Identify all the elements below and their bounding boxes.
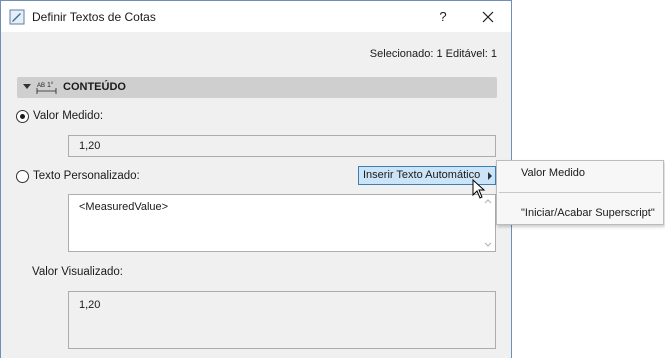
app-icon <box>9 9 25 25</box>
menu-item-measured-value[interactable]: Valor Medido <box>521 167 585 179</box>
display-value-box: 1,20 <box>68 291 496 349</box>
dimension-text-icon: AB 1 0 <box>36 80 57 94</box>
measured-value-field: 1,20 <box>68 135 496 157</box>
content-section-header[interactable]: AB 1 0 CONTEÚDO <box>17 77 497 98</box>
measured-value-option[interactable]: Valor Medido: <box>16 108 103 124</box>
auto-text-popup-menu: Valor Medido "Iniciar/Acabar Superscript… <box>496 160 664 225</box>
display-value-label: Valor Visualizado: <box>32 266 123 278</box>
window-title: Definir Textos de Cotas <box>32 10 156 24</box>
svg-text:0: 0 <box>51 80 54 85</box>
selection-info: Selecionado: 1 Editável: 1 <box>369 48 497 60</box>
menu-item-superscript[interactable]: "Iniciar/Acabar Superscript" <box>521 207 655 219</box>
mouse-pointer-icon <box>472 179 486 199</box>
custom-text-label: Texto Personalizado: <box>33 170 140 182</box>
custom-text-radio[interactable] <box>16 169 29 183</box>
menu-separator <box>499 192 661 193</box>
insert-auto-text-label: Inserir Texto Automático <box>363 169 481 181</box>
close-button[interactable] <box>471 5 505 29</box>
custom-text-input[interactable]: <MeasuredValue> <box>68 194 496 252</box>
submenu-arrow-icon <box>488 172 492 180</box>
measured-value-label: Valor Medido: <box>33 110 104 122</box>
custom-text-option[interactable]: Texto Personalizado: <box>16 168 140 184</box>
svg-text:AB: AB <box>37 83 45 89</box>
collapse-triangle-icon[interactable] <box>23 84 31 89</box>
custom-text-value: <MeasuredValue> <box>79 201 169 213</box>
measured-value-radio[interactable] <box>16 109 29 123</box>
scroll-arrows-icon[interactable] <box>483 197 493 249</box>
help-button[interactable]: ? <box>428 5 458 29</box>
title-bar: Definir Textos de Cotas ? <box>1 1 511 32</box>
section-title: CONTEÚDO <box>63 81 126 93</box>
dimension-text-dialog: Definir Textos de Cotas ? Selecionado: 1… <box>0 0 512 358</box>
